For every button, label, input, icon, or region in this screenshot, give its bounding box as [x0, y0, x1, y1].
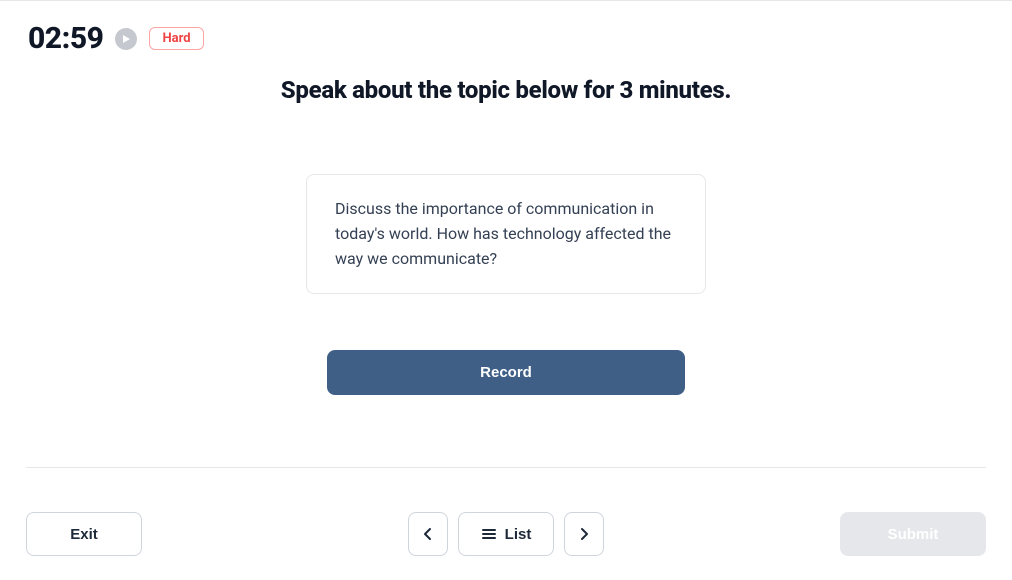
instruction-heading: Speak about the topic below for 3 minute… — [0, 76, 1012, 104]
pagination-controls: List — [408, 512, 604, 556]
chevron-right-icon — [577, 527, 591, 541]
list-icon — [481, 527, 497, 541]
chevron-left-icon — [421, 527, 435, 541]
record-button[interactable]: Record — [327, 350, 685, 395]
prompt-card: Discuss the importance of communication … — [306, 174, 706, 294]
list-button[interactable]: List — [458, 512, 554, 556]
list-label: List — [505, 526, 532, 543]
next-button[interactable] — [564, 512, 604, 556]
submit-label: Submit — [888, 526, 939, 543]
prev-button[interactable] — [408, 512, 448, 556]
play-icon — [121, 34, 131, 44]
submit-button[interactable]: Submit — [840, 512, 986, 556]
play-button[interactable] — [115, 28, 137, 50]
prompt-text: Discuss the importance of communication … — [335, 199, 671, 268]
timer-display: 02:59 — [28, 21, 103, 56]
footer-bar: Exit List Submit — [26, 467, 986, 556]
exit-button[interactable]: Exit — [26, 512, 142, 556]
difficulty-badge: Hard — [149, 27, 203, 50]
header-bar: 02:59 Hard — [0, 1, 1012, 56]
exit-label: Exit — [70, 526, 98, 543]
